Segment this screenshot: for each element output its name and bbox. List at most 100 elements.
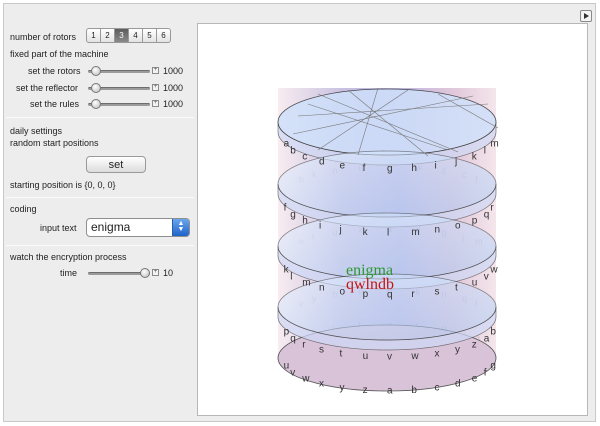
rotor-letter: f <box>284 203 287 214</box>
set-reflector-slider[interactable] <box>88 83 150 93</box>
rotor-letter: m <box>411 227 419 238</box>
rotor-letter: a <box>284 139 290 150</box>
input-text-label: input text <box>40 223 77 233</box>
fixed-part-heading: fixed part of the machine <box>10 49 109 59</box>
rotor-graphic-viewer[interactable]: adgjmpsvyhknqtwzcforuxadgjmvybehknqtcfil… <box>197 23 588 416</box>
rotor-letter: x <box>319 379 324 390</box>
rotor-cylinder-graphic[interactable]: adgjmpsvyhknqtwzcforuxadgjmvybehknqtcfil… <box>198 24 589 417</box>
rotor-option-4[interactable]: 4 <box>128 28 143 43</box>
set-button[interactable]: set <box>86 156 146 173</box>
rotor-count-selector: 1 2 3 4 5 6 <box>86 28 171 43</box>
input-text-value: enigma <box>91 220 131 234</box>
rotor-letter: j <box>454 157 457 168</box>
plus-icon[interactable]: + <box>152 67 159 74</box>
rotor-letter: b <box>490 327 496 338</box>
rotor-letter: w <box>489 265 498 276</box>
rotor-letter: u <box>363 351 369 362</box>
time-value: 10 <box>163 268 174 278</box>
rotor-letter: c <box>302 152 307 163</box>
rotor-letter: e <box>472 374 478 385</box>
plus-icon[interactable]: + <box>152 100 159 107</box>
rotor-letter: l <box>290 271 292 282</box>
plus-icon[interactable]: + <box>152 269 159 276</box>
rotor-letter: p <box>472 216 478 227</box>
set-rotors-label: set the rotors <box>28 66 81 76</box>
slider-thumb[interactable] <box>140 268 150 278</box>
rotor-letter: g <box>490 361 496 372</box>
rotor-letter: u <box>472 278 478 289</box>
rotor-letter: i <box>319 221 321 232</box>
rotor-letter: s <box>435 287 440 298</box>
rotor-letter: n <box>435 225 441 236</box>
rotor-letter: h <box>302 216 308 227</box>
section-divider <box>6 197 194 198</box>
rotor-letter: p <box>284 327 290 338</box>
rotor-letter: q <box>484 209 490 220</box>
rotor-letter: c <box>435 383 440 394</box>
number-of-rotors-label: number of rotors <box>10 32 77 42</box>
rotor-letter: v <box>290 367 295 378</box>
ciphertext-label: qwlndb <box>346 276 394 293</box>
rotor-letter: j <box>339 225 342 236</box>
rotor-letter: s <box>319 345 324 356</box>
rotor-letter: o <box>340 287 346 298</box>
control-panel: number of rotors 1 2 3 4 5 6 fixed part … <box>6 26 194 416</box>
rotor-letter: h <box>411 163 417 174</box>
rotor-letter: o <box>455 221 461 232</box>
updown-arrow-icon[interactable]: ▲ ▼ <box>172 219 189 236</box>
rotor-letter: w <box>410 351 419 362</box>
rotor-letter: y <box>455 345 460 356</box>
set-reflector-label: set the reflector <box>16 83 79 93</box>
set-rules-value: 1000 <box>163 99 184 109</box>
coding-heading: coding <box>10 204 37 214</box>
rotor-letter: e <box>340 161 346 172</box>
starting-position-text: starting position is {0, 0, 0} <box>10 180 116 190</box>
set-rotors-slider[interactable] <box>88 66 150 76</box>
watch-encryption-heading: watch the encryption process <box>10 252 127 262</box>
rotor-letter: m <box>302 278 310 289</box>
rotor-letter: v <box>387 352 392 363</box>
rotor-option-1[interactable]: 1 <box>86 28 101 43</box>
rotor-letter: a <box>484 333 490 344</box>
rotor-letter: g <box>290 209 296 220</box>
rotor-letter: b <box>411 385 417 396</box>
section-divider <box>6 117 194 118</box>
rotor-letter: t <box>340 349 343 360</box>
rotor-letter: n <box>319 283 325 294</box>
set-rules-label: set the rules <box>30 99 80 109</box>
rotor-letter: w <box>301 374 310 385</box>
slider-thumb[interactable] <box>90 99 101 109</box>
rotor-letter: x <box>435 349 440 360</box>
set-rotors-value: 1000 <box>163 66 184 76</box>
rotor-option-2[interactable]: 2 <box>100 28 115 43</box>
rotor-letter: a <box>387 386 393 397</box>
rotor-letter: l <box>387 228 389 239</box>
rotor-letter: u <box>284 361 290 372</box>
rotor-letter: v <box>484 271 489 282</box>
rotor-letter: m <box>490 139 498 150</box>
rotor-letter: d <box>319 157 325 168</box>
rotor-letter: z <box>472 340 477 351</box>
rotor-letter: y <box>340 383 345 394</box>
play-arrow-icon <box>584 13 589 19</box>
rotor-option-3[interactable]: 3 <box>114 28 129 43</box>
rotor-letter: t <box>455 283 458 294</box>
rotor-letter: d <box>455 379 461 390</box>
slider-thumb[interactable] <box>90 83 101 93</box>
input-text-popup[interactable]: enigma ▲ ▼ <box>86 218 190 237</box>
set-reflector-value: 1000 <box>163 83 184 93</box>
time-label: time <box>60 268 78 278</box>
slider-thumb[interactable] <box>90 66 101 76</box>
rotor-letter: f <box>363 163 366 174</box>
section-divider <box>6 245 194 246</box>
rotor-letter: q <box>290 333 296 344</box>
rotor-option-6[interactable]: 6 <box>156 28 171 43</box>
time-slider[interactable] <box>88 268 150 278</box>
plus-icon[interactable]: + <box>152 84 159 91</box>
rotor-letter: l <box>484 145 486 156</box>
set-rules-slider[interactable] <box>88 99 150 109</box>
random-start-label: random start positions <box>10 138 99 148</box>
rotor-option-5[interactable]: 5 <box>142 28 157 43</box>
options-menu-button[interactable] <box>580 10 592 22</box>
daily-settings-heading: daily settings <box>10 126 63 136</box>
